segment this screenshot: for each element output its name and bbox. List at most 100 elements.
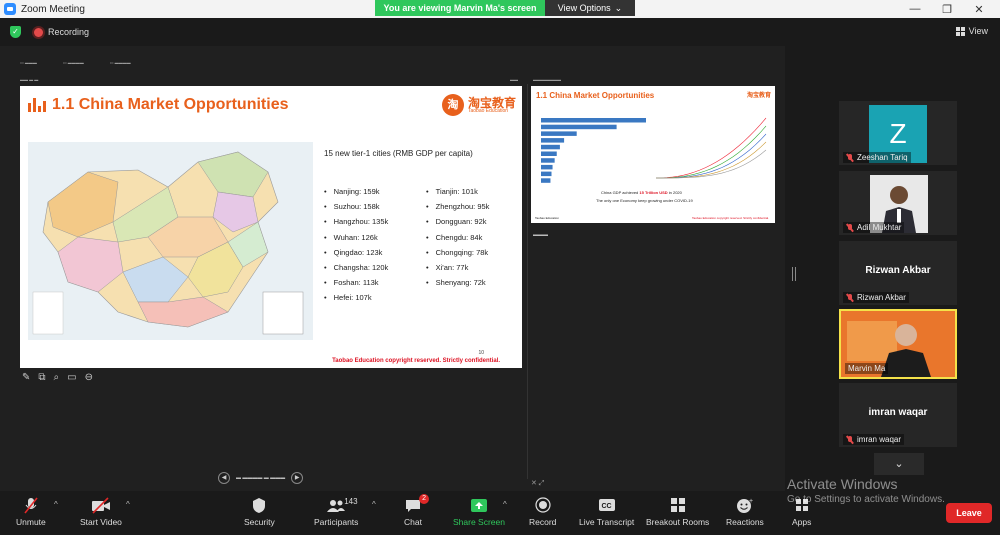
- audio-options-caret[interactable]: ^: [54, 500, 58, 509]
- presenter-divider: [527, 84, 528, 479]
- live-transcript-button[interactable]: CC Live Transcript: [579, 497, 634, 527]
- mic-muted-icon: [846, 153, 854, 162]
- participant-tile[interactable]: Z Zeeshan Tariq: [839, 101, 957, 165]
- preview-bar: [541, 131, 577, 136]
- next-slide-label: ▬▬▬▬▬▬▬: [533, 77, 561, 82]
- preview-bar: [541, 151, 557, 156]
- city-item: Changsha: 120k: [324, 260, 389, 275]
- slide-title-text: 1.1 China Market Opportunities: [52, 96, 289, 113]
- preview-caption: China GDP achieved 15 Trillion USD in 20…: [601, 190, 682, 195]
- close-button[interactable]: ✕: [964, 0, 994, 18]
- city-item: Foshan: 113k: [324, 275, 388, 290]
- slide-footer: Taobao Education copyright reserved. Str…: [332, 358, 500, 364]
- record-button[interactable]: Record: [529, 497, 556, 527]
- start-video-button[interactable]: Start Video: [80, 497, 122, 527]
- security-button[interactable]: Security: [244, 497, 275, 527]
- chat-button[interactable]: 2 Chat: [404, 494, 429, 527]
- cities-list-left: Nanjing: 159k Suzhou: 158k Hangzhou: 135…: [324, 184, 389, 306]
- city-item: Chongqing: 78k: [426, 245, 489, 260]
- city-item: Hangzhou: 135k: [324, 214, 389, 229]
- participant-tile[interactable]: imran waqar imran waqar: [839, 383, 957, 447]
- preview-bar: [541, 178, 551, 183]
- active-speaker-tile[interactable]: Marvin Ma: [839, 309, 957, 379]
- screen-icon[interactable]: ▭: [67, 372, 76, 383]
- city-item: Zhengzhou: 95k: [426, 199, 490, 214]
- city-item: Qingdao: 123k: [324, 245, 388, 260]
- participants-label: Participants: [314, 517, 359, 527]
- more-icon[interactable]: ⊖: [85, 372, 93, 383]
- grid-icon: [955, 26, 965, 36]
- breakout-rooms-button[interactable]: Breakout Rooms: [646, 497, 709, 527]
- maximize-button[interactable]: ❐: [932, 0, 962, 18]
- preview-footer-right: Taobao Education copyright reserved. Str…: [691, 216, 769, 220]
- share-screen-button[interactable]: Share Screen: [453, 497, 505, 527]
- reactions-button[interactable]: + Reactions: [726, 497, 764, 527]
- zoom-icon[interactable]: ⌕: [54, 372, 60, 383]
- participant-tile[interactable]: Adil Mukhtar: [839, 171, 957, 235]
- unmute-button[interactable]: Unmute: [16, 497, 46, 527]
- presenter-tool-3[interactable]: ▭ ▬▬▬▬: [110, 60, 131, 65]
- slide-pager-label: ▬ ▬▬▬▬ ▬ ▬▬▬: [236, 475, 286, 481]
- view-button[interactable]: View: [955, 26, 988, 36]
- leave-button[interactable]: Leave: [946, 503, 992, 523]
- activate-windows-watermark: Activate Windows Go to Settings to activ…: [787, 476, 945, 505]
- smiley-icon: +: [736, 497, 754, 514]
- slide-pager: ◀ ▬ ▬▬▬▬ ▬ ▬▬▬ ▶: [218, 472, 304, 484]
- breakout-rooms-label: Breakout Rooms: [646, 517, 710, 527]
- unmute-label: Unmute: [16, 517, 46, 527]
- presenter-tool-2[interactable]: ▭ ▬▬▬▬: [63, 60, 84, 65]
- window-title: Zoom Meeting: [21, 3, 85, 15]
- city-item: Shenyang: 72k: [426, 275, 489, 290]
- annotation-tools: ✎ ⧉ ⌕ ▭ ⊖: [22, 372, 93, 383]
- slides-icon[interactable]: ⧉: [38, 372, 45, 383]
- next-slide-icon[interactable]: ▶: [291, 472, 304, 484]
- next-slide-preview[interactable]: 1.1 China Market Opportunities 淘宝教育 Chin…: [531, 86, 775, 223]
- view-options-button[interactable]: View Options ⌄: [545, 0, 635, 16]
- logo-chinese: 淘宝教育: [467, 95, 516, 110]
- chat-badge: 2: [419, 494, 429, 504]
- preview-bar: [541, 158, 555, 163]
- chat-label: Chat: [404, 517, 422, 527]
- share-screen-label: Share Screen: [453, 517, 505, 527]
- video-options-caret[interactable]: ^: [126, 500, 130, 509]
- preview-line: [656, 125, 767, 179]
- cities-list-right: Tianjin: 101k Zhengzhou: 95k Dongguan: 9…: [426, 184, 490, 290]
- expand-icon[interactable]: ✕ ⤢: [531, 479, 544, 488]
- participant-tile[interactable]: Rizwan Akbar Rizwan Akbar: [839, 241, 957, 305]
- presenter-tool-1[interactable]: ▭ ▬▬▬: [20, 60, 37, 65]
- participants-button[interactable]: 143 Participants: [314, 497, 358, 527]
- scroll-participants-down[interactable]: ⌄: [874, 453, 924, 475]
- recording-label: Recording: [48, 27, 90, 37]
- meeting-top-bar: [0, 18, 1000, 46]
- view-options-label: View Options: [557, 3, 611, 13]
- record-dot-icon: [34, 27, 43, 37]
- city-item: Chengdu: 84k: [426, 230, 489, 245]
- prev-slide-icon[interactable]: ◀: [218, 472, 230, 484]
- recording-indicator[interactable]: Recording: [34, 27, 89, 37]
- shield-icon[interactable]: ✓: [10, 26, 21, 38]
- people-icon: 143: [326, 497, 358, 514]
- record-label: Record: [529, 517, 557, 527]
- apps-label: Apps: [792, 517, 812, 527]
- preview-bar: [541, 171, 552, 177]
- city-item: Nanjing: 159k: [324, 184, 388, 199]
- participant-name: imran waqar: [857, 435, 902, 444]
- logo-english: Taobao Education: [467, 107, 509, 114]
- preview-footer: Taobao Education: [535, 216, 560, 220]
- resize-handle[interactable]: [792, 267, 796, 281]
- caption-highlight: 15 Trillion USD: [639, 190, 668, 195]
- preview-subcaption: The only one Economy keep growing under …: [596, 198, 693, 203]
- pen-icon[interactable]: ✎: [22, 372, 30, 383]
- share-screen-icon: [470, 497, 488, 514]
- participant-display-name: imran waqar: [868, 407, 928, 418]
- participant-name: Marvin Ma: [848, 364, 886, 373]
- svg-text:+: +: [749, 498, 753, 505]
- mic-muted-icon: [846, 223, 854, 232]
- participants-options-caret[interactable]: ^: [372, 500, 376, 509]
- minimize-button[interactable]: —: [900, 0, 930, 18]
- preview-bar: [541, 118, 646, 123]
- presenter-clock: ▬▬: [510, 77, 518, 82]
- caption-text: China GDP achieved: [601, 190, 640, 195]
- share-options-caret[interactable]: ^: [503, 500, 507, 509]
- slide-page-number: 10: [478, 350, 484, 356]
